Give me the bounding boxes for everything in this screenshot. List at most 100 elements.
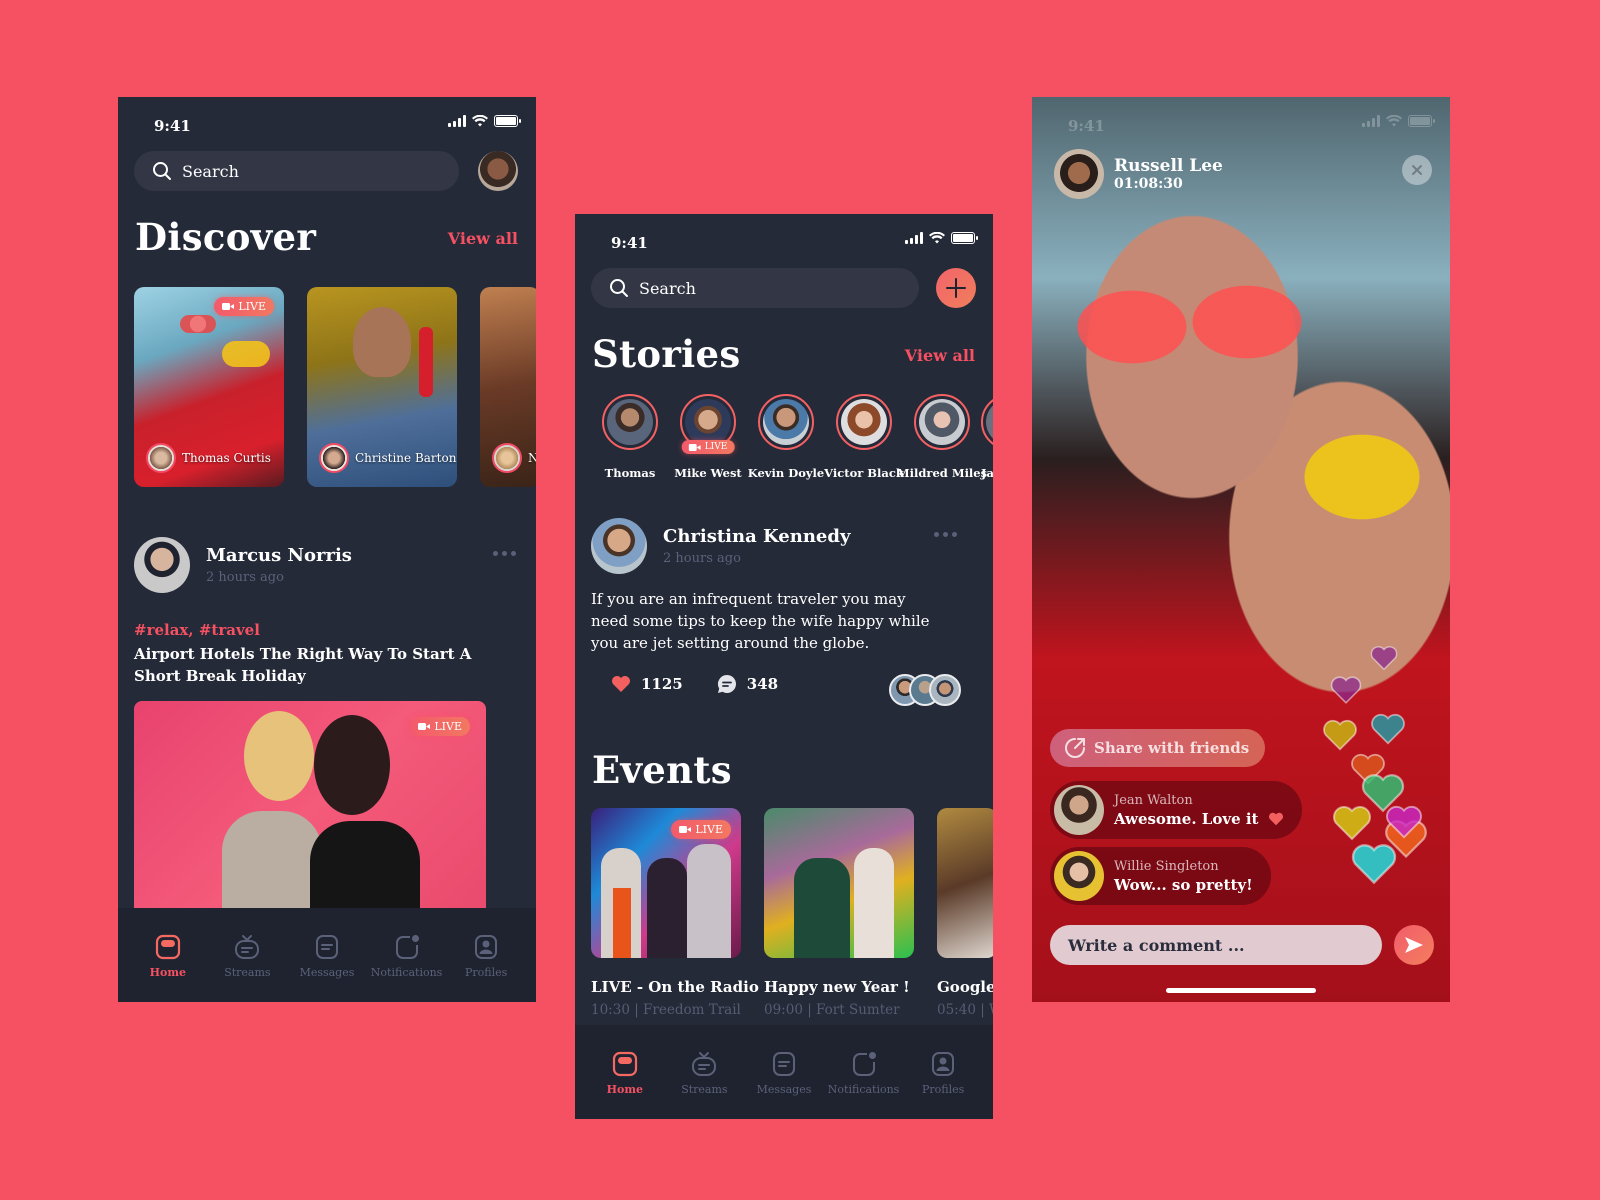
floating-heart-icon	[1351, 844, 1397, 885]
event-title: Happy new Year !	[764, 978, 910, 996]
discover-card[interactable]: Christine Barton	[307, 287, 457, 487]
tab-bar: Home Streams Messages Notifications Prof…	[575, 1025, 993, 1119]
commenter-name: Willie Singleton	[1114, 858, 1219, 874]
tab-home[interactable]: Home	[128, 908, 208, 1002]
tab-streams[interactable]: Streams	[665, 1025, 745, 1119]
live-badge: LIVE	[214, 297, 274, 316]
glasses-decor	[180, 315, 216, 333]
story-item[interactable]: Victor Black	[824, 394, 904, 480]
author-avatar[interactable]	[591, 518, 647, 574]
post-time: 2 hours ago	[663, 551, 741, 566]
heart-icon[interactable]	[611, 675, 631, 693]
share-with-friends-button[interactable]: Share with friends	[1050, 729, 1266, 767]
video-camera-icon	[679, 826, 692, 833]
tv-icon	[692, 1052, 717, 1076]
status-time: 9:41	[1068, 117, 1105, 135]
streamer-avatar[interactable]	[1054, 149, 1104, 199]
story-item[interactable]: Jane	[981, 394, 993, 480]
story-item[interactable]: LIVE Mike West	[669, 394, 747, 480]
event-image	[764, 808, 914, 958]
search-input[interactable]: Search	[591, 268, 919, 308]
comment-icon[interactable]	[717, 674, 737, 694]
more-options-button[interactable]	[934, 532, 957, 537]
signal-icon	[448, 115, 466, 127]
person-decor	[613, 888, 631, 958]
wifi-icon	[1386, 115, 1402, 127]
author-name[interactable]: Christina Kennedy	[663, 526, 850, 547]
post-image[interactable]: LIVE	[134, 701, 486, 919]
author-name[interactable]: Marcus Norris	[206, 545, 352, 566]
tab-messages[interactable]: Messages	[744, 1025, 824, 1119]
discover-screen: 9:41 Search Discover View all LIVE Thoma…	[118, 97, 536, 1002]
tab-messages[interactable]: Messages	[287, 908, 367, 1002]
person-decor	[854, 848, 894, 958]
person-decor	[310, 821, 420, 919]
send-icon	[1405, 937, 1423, 953]
event-card[interactable]: LIVE LIVE - On the Radio 10:30 | Freedom…	[591, 808, 759, 1018]
commenter-avatar[interactable]	[1054, 851, 1104, 901]
card-owner: Thomas Curtis	[146, 443, 271, 473]
user-avatar[interactable]	[478, 151, 518, 191]
search-icon	[610, 279, 628, 297]
post-tags[interactable]: #relax, #travel	[134, 621, 520, 639]
send-button[interactable]	[1394, 925, 1434, 965]
add-button[interactable]	[936, 268, 976, 308]
video-camera-icon	[222, 303, 235, 310]
story-item[interactable]: Thomas	[591, 394, 669, 480]
person-decor	[647, 858, 687, 958]
heart-icon	[1269, 812, 1284, 825]
person-decor	[244, 711, 314, 801]
event-title: Google I	[937, 978, 993, 996]
comment-text: Awesome. Love it	[1114, 809, 1259, 828]
share-icon	[1065, 738, 1085, 758]
event-card[interactable]: Google I 05:40 | W	[937, 808, 993, 1018]
tab-streams[interactable]: Streams	[208, 908, 288, 1002]
event-meta: 05:40 | W	[937, 1002, 993, 1018]
story-avatar	[919, 399, 965, 445]
live-badge: LIVE	[671, 820, 731, 839]
post-title[interactable]: Airport Hotels The Right Way To Start A …	[134, 643, 520, 687]
scarf-decor	[419, 327, 433, 397]
story-item[interactable]: Mildred Miles	[897, 394, 987, 480]
floating-heart-icon	[1323, 719, 1357, 751]
status-bar: 9:41	[575, 214, 993, 270]
tab-profiles[interactable]: Profiles	[903, 1025, 983, 1119]
story-avatar	[607, 399, 653, 445]
profile-icon	[475, 935, 498, 959]
post-card: Marcus Norris 2 hours ago #relax, #trave…	[134, 537, 520, 919]
commenter-avatar[interactable]	[1054, 785, 1104, 835]
tab-home[interactable]: Home	[585, 1025, 665, 1119]
video-camera-icon	[688, 443, 701, 451]
view-all-link[interactable]: View all	[905, 346, 975, 365]
comment-input[interactable]: Write a comment ...	[1050, 925, 1382, 965]
status-bar: 9:41	[1032, 97, 1450, 153]
story-item[interactable]: Kevin Doyle	[747, 394, 825, 480]
event-card[interactable]: Happy new Year ! 09:00 | Fort Sumter	[764, 808, 914, 1018]
event-meta: 10:30 | Freedom Trail	[591, 1002, 741, 1018]
streamer-name[interactable]: Russell Lee	[1114, 156, 1223, 176]
more-options-button[interactable]	[493, 551, 516, 556]
stream-duration: 01:08:30	[1114, 176, 1183, 192]
tab-notifications[interactable]: Notifications	[367, 908, 447, 1002]
search-input[interactable]: Search	[134, 151, 459, 191]
floating-heart-icon	[1371, 713, 1405, 745]
person-decor	[314, 715, 390, 815]
tab-profiles[interactable]: Profiles	[446, 908, 526, 1002]
home-icon	[155, 934, 180, 960]
discover-card[interactable]: N	[480, 287, 536, 487]
search-icon	[153, 162, 171, 180]
view-all-link[interactable]: View all	[448, 229, 518, 248]
notification-icon	[852, 1052, 876, 1076]
author-avatar[interactable]	[134, 537, 190, 593]
story-avatar	[763, 399, 809, 445]
live-stream-screen: 9:41 Russell Lee 01:08:30 Share with fri…	[1032, 97, 1450, 1002]
notification-icon	[395, 935, 419, 959]
tab-notifications[interactable]: Notifications	[824, 1025, 904, 1119]
wifi-icon	[929, 232, 945, 244]
live-badge: LIVE	[681, 440, 735, 454]
close-button[interactable]	[1402, 155, 1432, 185]
close-icon	[1412, 165, 1422, 175]
discover-card[interactable]: LIVE Thomas Curtis	[134, 287, 284, 487]
liked-by-avatars[interactable]	[889, 674, 961, 706]
wifi-icon	[472, 115, 488, 127]
